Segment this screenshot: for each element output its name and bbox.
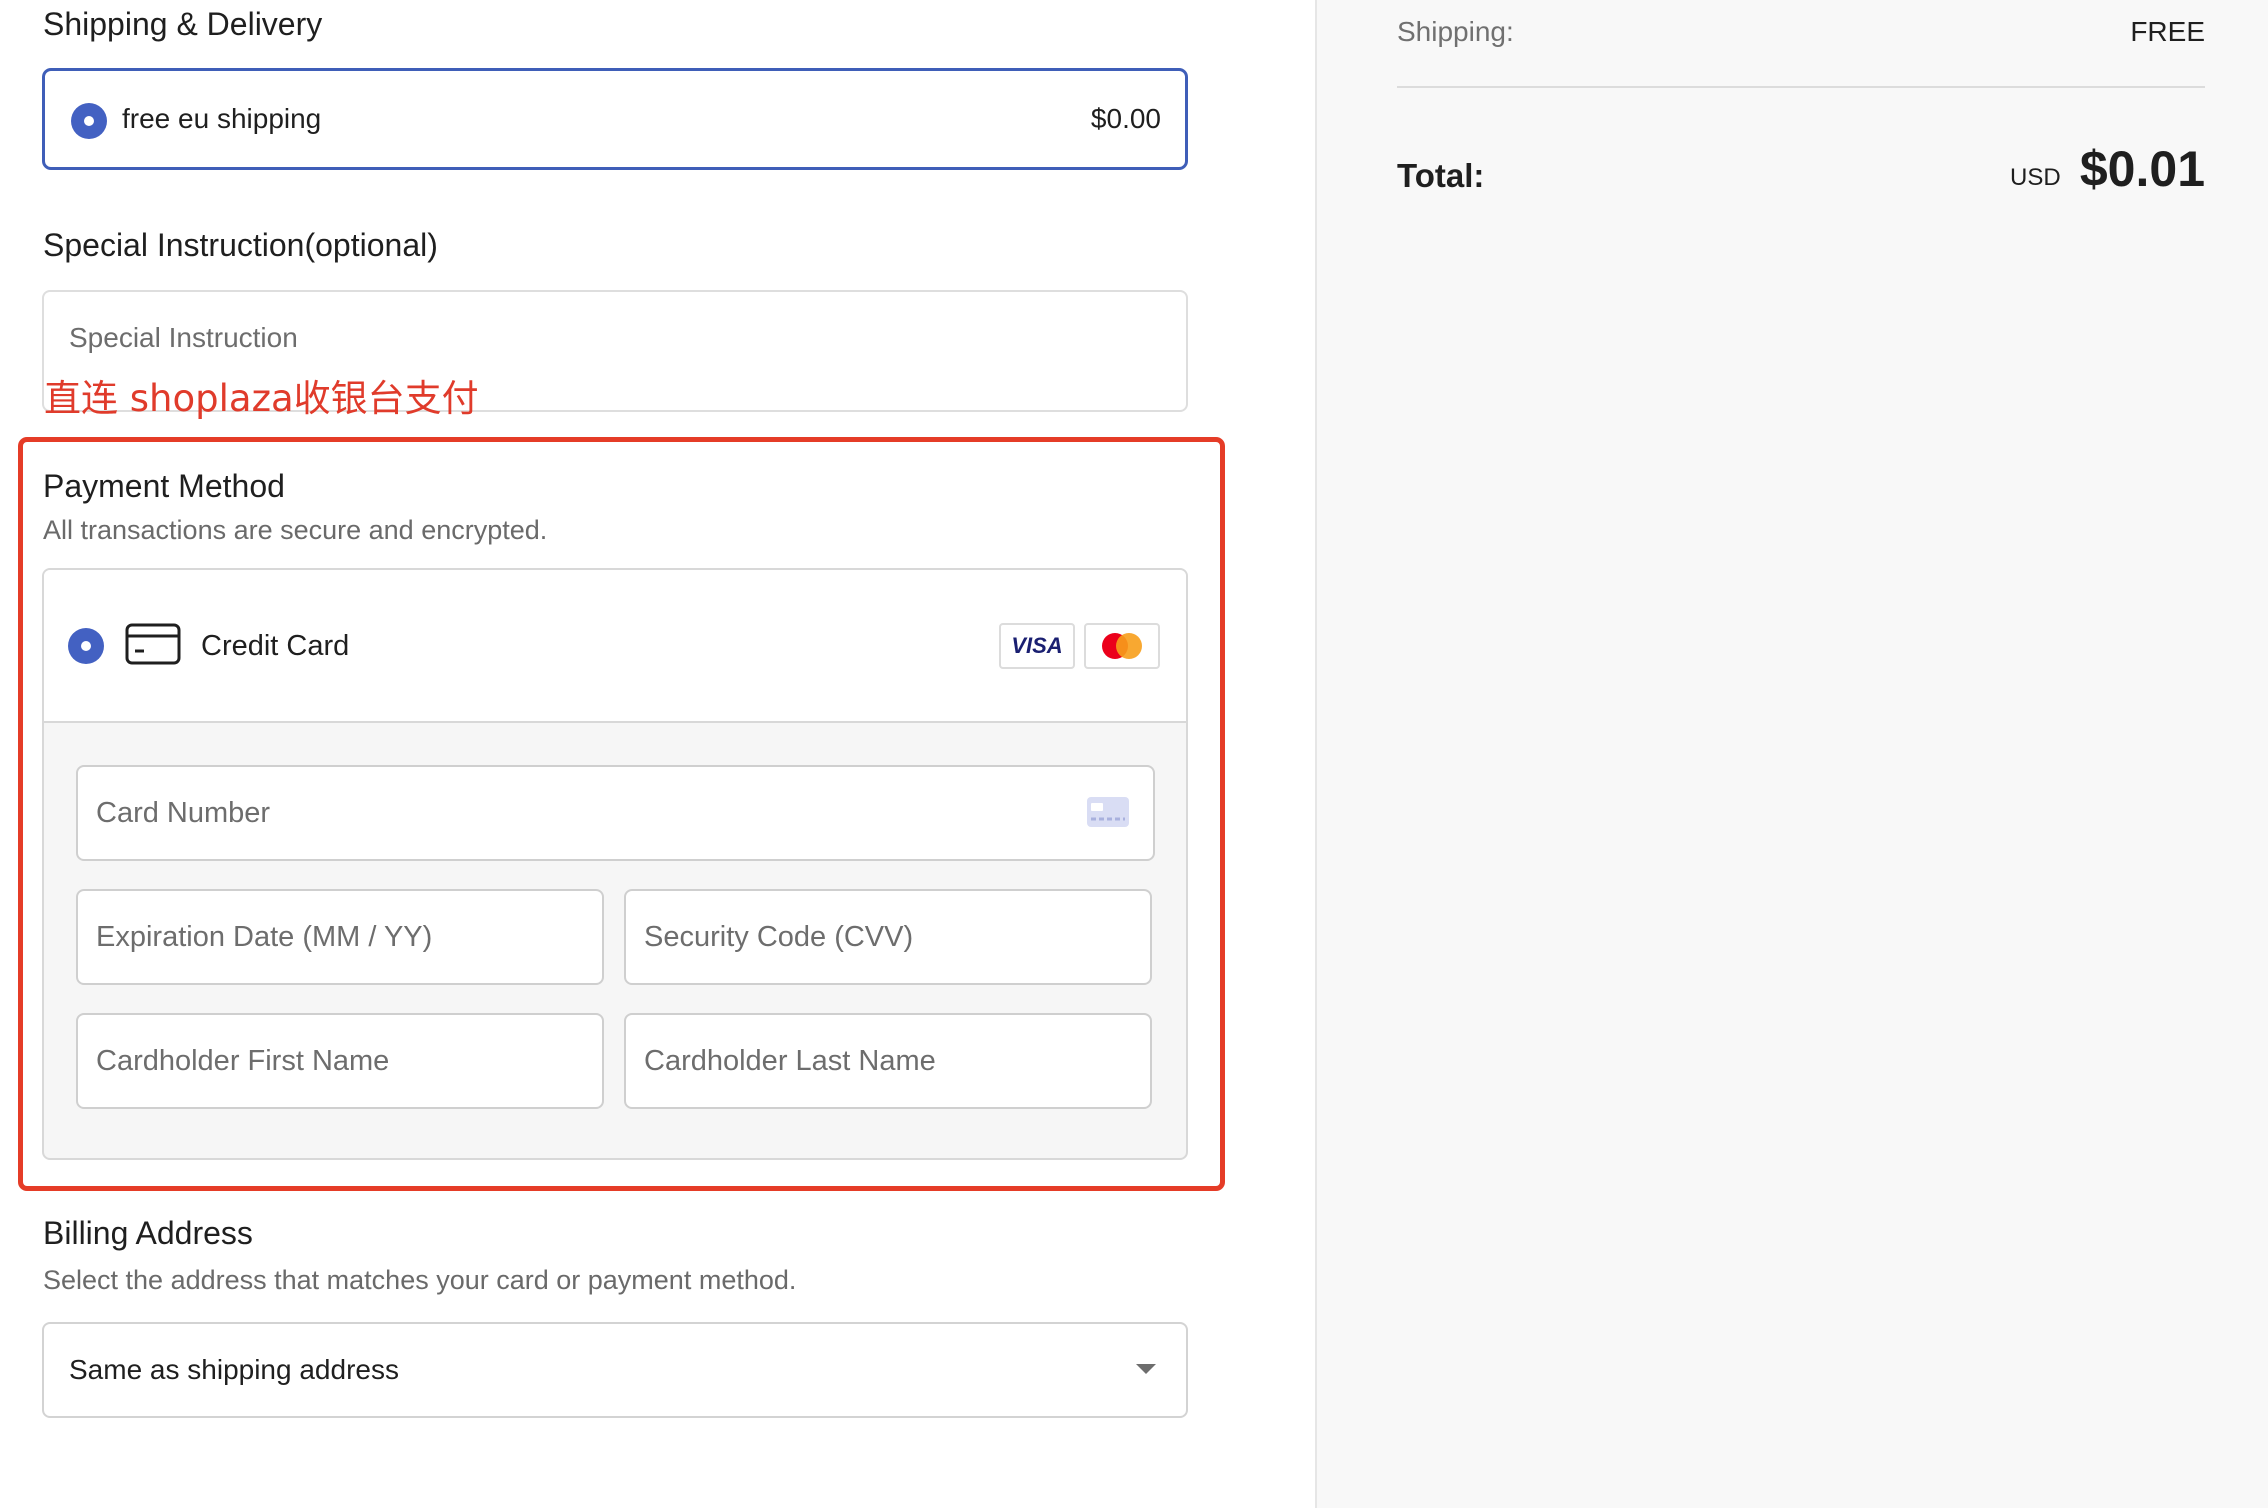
summary-divider (1397, 86, 2205, 88)
cardholder-last-name-placeholder: Cardholder Last Name (644, 1045, 936, 1077)
shipping-option-free-eu[interactable]: free eu shipping $0.00 (42, 68, 1188, 170)
cardholder-first-name-placeholder: Cardholder First Name (96, 1045, 390, 1077)
shipping-section-title: Shipping & Delivery (43, 6, 323, 42)
special-instruction-placeholder: Special Instruction (69, 322, 298, 353)
card-number-placeholder: Card Number (96, 797, 271, 829)
chevron-down-icon[interactable] (1136, 1364, 1156, 1374)
total-currency: USD (2010, 164, 2061, 191)
payment-section-subtitle: All transactions are secure and encrypte… (43, 515, 548, 545)
shipping-option-label: free eu shipping (122, 103, 322, 134)
radio-selected-icon[interactable] (71, 103, 107, 139)
credit-card-option[interactable]: Credit Card VISA (44, 570, 1186, 723)
radio-selected-icon[interactable] (68, 628, 104, 664)
red-annotation-text: 直连 shoplaza收银台支付 (44, 377, 479, 420)
payment-method-card: Credit Card VISA Card Number Expiration … (42, 568, 1188, 1160)
visa-logo-text: VISA (1011, 633, 1063, 658)
billing-address-selected-value: Same as shipping address (69, 1354, 399, 1385)
payment-section-title: Payment Method (43, 468, 285, 504)
total-label: Total: (1397, 157, 1485, 194)
credit-card-icon (125, 623, 181, 665)
visa-icon: VISA (999, 623, 1075, 669)
billing-section-title: Billing Address (43, 1215, 253, 1251)
total-value: $0.01 (2079, 141, 2205, 197)
order-summary-panel (1315, 0, 2268, 1508)
expiration-date-placeholder: Expiration Date (MM / YY) (96, 921, 433, 953)
cardholder-first-name-input[interactable]: Cardholder First Name (76, 1013, 604, 1109)
shipping-summary-value: FREE (2130, 16, 2205, 47)
expiration-date-input[interactable]: Expiration Date (MM / YY) (76, 889, 604, 985)
cardholder-last-name-input[interactable]: Cardholder Last Name (624, 1013, 1152, 1109)
shipping-option-price: $0.00 (1090, 103, 1161, 134)
shipping-summary-label: Shipping: (1397, 16, 1514, 47)
card-number-input[interactable]: Card Number (76, 765, 1155, 861)
card-icon (1087, 797, 1129, 827)
credit-card-label: Credit Card (201, 630, 350, 662)
security-code-input[interactable]: Security Code (CVV) (624, 889, 1152, 985)
billing-address-select[interactable]: Same as shipping address (42, 1322, 1188, 1418)
mastercard-icon (1084, 623, 1160, 669)
instruction-section-title: Special Instruction(optional) (43, 227, 438, 263)
security-code-placeholder: Security Code (CVV) (644, 921, 914, 953)
billing-section-subtitle: Select the address that matches your car… (43, 1265, 797, 1295)
